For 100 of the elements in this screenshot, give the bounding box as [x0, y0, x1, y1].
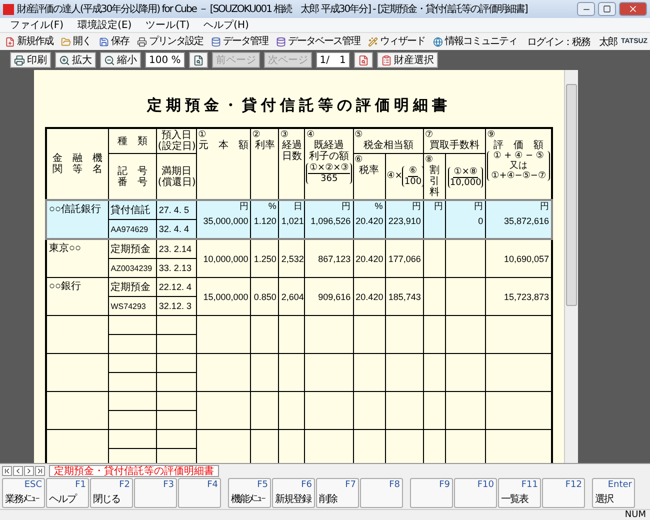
save-icon [99, 36, 109, 46]
last-sheet-button[interactable] [35, 466, 45, 476]
column-heading: 種 類 [116, 136, 148, 146]
menu-item[interactable]: ヘルプ(H) [198, 18, 255, 32]
table-cell-text: 10,690,057 [502, 254, 549, 264]
vertical-scrollbar[interactable] [564, 70, 578, 463]
function-key[interactable]: F3 [134, 478, 177, 508]
property-select-button[interactable]: 財産選択 [376, 52, 438, 68]
maximize-button[interactable] [598, 2, 616, 16]
zoom-field[interactable]: 100 % [145, 52, 185, 68]
table-cell-text: 10,000,000 [202, 254, 248, 264]
menu-item[interactable]: 環境設定(E) [72, 18, 138, 32]
function-key[interactable]: F9 [410, 478, 453, 508]
table-cell: 1.120 [253, 216, 276, 226]
table-cell: 東京○○ [49, 243, 82, 254]
table-cell-text: 35,000,000 [202, 216, 248, 226]
maximize-icon [603, 5, 611, 13]
column-heading: 税金相当額 [362, 140, 414, 151]
table-cell: 貸付信託 [110, 204, 151, 216]
go-button[interactable] [354, 52, 373, 68]
page-field[interactable]: 1/ 1 [316, 52, 350, 68]
zoom-button[interactable] [188, 52, 208, 68]
column-heading: 既経過 [314, 140, 344, 151]
globe-icon [433, 36, 443, 46]
column-number: ⑥ [354, 155, 363, 165]
table-cell: 185,743 [388, 292, 421, 302]
toolbar-button[interactable]: データ管理 [209, 36, 270, 48]
function-key[interactable]: F2 閉じる [90, 478, 133, 508]
unit-label: 円 [539, 201, 549, 211]
function-key[interactable]: ESC 業務ﾒﾆｭｰ [2, 478, 45, 508]
table-cell: AZ0034239 [110, 264, 152, 272]
function-key[interactable]: F6 新規登録 [272, 478, 315, 508]
table-cell-text: 1,096,526 [310, 216, 351, 226]
table-cell: 32. 4. 4 [158, 224, 189, 234]
printer-icon [137, 36, 147, 46]
toolbar-button[interactable]: データベース管理 [274, 36, 362, 48]
column-heading: 日数 [280, 151, 303, 162]
close-button[interactable] [619, 2, 647, 16]
last-icon [36, 466, 44, 474]
status-indicator: NUM [624, 510, 646, 520]
column-heading: 関 等 名 [51, 164, 104, 175]
function-key[interactable]: F8 [360, 478, 403, 508]
zoom-in-button[interactable]: 拡大 [55, 52, 96, 68]
toolbar-button[interactable]: プリンタ設定 [135, 36, 205, 48]
unit-label: 円 [473, 201, 484, 211]
menu-item[interactable]: ファイル(F) [4, 18, 70, 32]
unit-label: 日 [292, 201, 302, 211]
column-heading: 記 号 [116, 166, 148, 176]
menu-item[interactable]: ツール(T) [140, 18, 196, 32]
file-plus-icon [5, 36, 15, 46]
table-row[interactable]: ○○信託銀行 貸付信託 27. 4. 5 円 35,000,000 % 1.120 日 1,021 円 1,096,526 % 20.420 円 223,910 円 円 0 円 35,872,616 AA974629 32. 4. 4 [46, 200, 552, 239]
toolbar-button[interactable]: 新規作成 [3, 36, 55, 48]
unit-label: 円 [340, 201, 351, 211]
function-key[interactable]: F10 [454, 478, 497, 508]
column-number: ③ [280, 130, 290, 140]
table-cell: 27. 4. 5 [158, 205, 189, 215]
table-row[interactable]: ○○銀行 定期預金 22.12. 4 15,000,000 0.850 2,604 909,616 20.420 185,743 15,723,873 WS74293 32.12. 3 [46, 278, 552, 316]
sheet-tab[interactable]: 定期預金・貸付信託等の評価明細書 [49, 464, 219, 476]
function-key[interactable]: F12 [542, 478, 585, 508]
table-cell: 32.12. 3 [158, 301, 192, 311]
list-icon [380, 54, 392, 66]
search-icon [192, 54, 204, 66]
function-key[interactable]: F11 一覧表 [498, 478, 541, 508]
function-key[interactable]: F1 ヘルプ [46, 478, 89, 508]
function-key[interactable]: F4 [178, 478, 221, 508]
table-cell: 1,021 [281, 216, 302, 226]
table-cell-text: 15,000,000 [202, 292, 248, 302]
database-icon [276, 36, 286, 46]
formula-text: ① + ④ − ⑤ 又は ①+④−⑤−⑦ [487, 151, 550, 181]
zoom-out-icon [104, 54, 115, 66]
first-icon [3, 466, 11, 474]
column-heading: 割引料 [429, 165, 440, 198]
column-heading: 利子の額 [308, 151, 350, 162]
column-heading: (設定日) [158, 141, 196, 152]
toolbar-button[interactable]: 開く [59, 36, 93, 48]
login-user: ログイン：税務 太郎 [527, 36, 617, 48]
wand-icon [368, 36, 378, 46]
function-key[interactable]: F5 機能ﾒﾆｭｰ [228, 478, 271, 508]
table-row[interactable]: 東京○○ 定期預金 23. 2.14 10,000,000 1.250 2,532 867,123 20.420 177,066 10,690,057 AZ0034239 33. 2.13 [46, 239, 552, 278]
column-heading: 番 号 [116, 176, 148, 188]
column-heading: 金 融 機 [51, 153, 104, 164]
window-title: 財産評価の達人(平成30年分以降用) for Cube － [SOUZOKU001 相続 太郎 平成30年分] - [定期預金・貸付信託等の評価明細書] [17, 4, 528, 14]
table-cell: AA974629 [110, 224, 148, 234]
zoom-out-button[interactable]: 縮小 [100, 52, 141, 68]
function-key[interactable]: F7 削除 [316, 478, 359, 508]
toolbar-button[interactable]: 保存 [97, 36, 131, 48]
toolbar-button[interactable]: ウィザード [366, 36, 427, 48]
table-cell: WS74293 [110, 302, 146, 310]
print-button[interactable]: 印刷 [10, 52, 51, 68]
first-sheet-button[interactable] [2, 466, 12, 476]
column-heading: 元 本 額 [198, 140, 250, 151]
column-number: ⑨ [487, 130, 496, 140]
table-cell: 1.250 [253, 254, 276, 264]
column-heading: 買取手数料 [428, 140, 481, 151]
unit-label: 円 [433, 201, 444, 211]
toolbar-button[interactable]: 情報コミュニティ [431, 36, 519, 48]
table-cell: 2,604 [281, 292, 302, 302]
formula-text: ①×②×③ 365 [306, 163, 352, 184]
function-key[interactable]: Enter 選択 [592, 478, 635, 508]
minimize-button[interactable] [577, 2, 595, 16]
